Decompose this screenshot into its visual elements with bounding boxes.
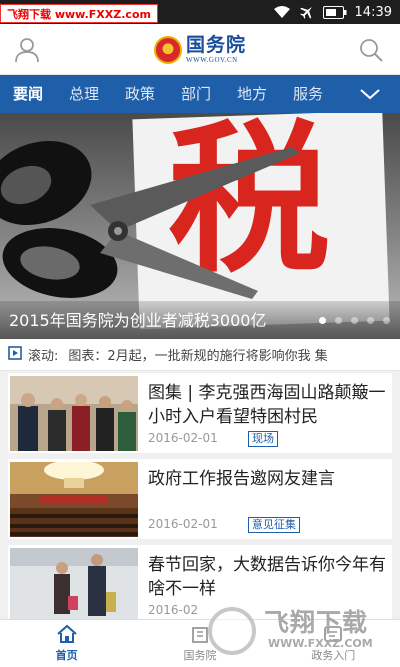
news-thumbnail	[10, 376, 138, 451]
news-date: 2016-02-01	[148, 517, 218, 531]
user-button[interactable]	[12, 35, 42, 65]
tab-zhengce[interactable]: 政策	[112, 75, 168, 113]
search-icon	[360, 39, 383, 62]
pager-dot[interactable]	[367, 317, 374, 324]
category-nav: 要闻 总理 政策 部门 地方 服务	[0, 75, 400, 113]
news-tag: 意见征集	[248, 517, 300, 533]
home-icon	[56, 624, 77, 643]
status-icons: 14:39	[273, 0, 392, 24]
news-thumbnail	[10, 462, 138, 537]
news-title: 春节回家，大数据告诉你今年有啥不一样	[148, 555, 386, 599]
wifi-icon	[273, 5, 291, 19]
logo-url: WWW.GOV.CN	[186, 56, 238, 64]
watermark-name: 飞翔下载	[264, 608, 369, 637]
ticker-label: 滚动:	[28, 349, 59, 364]
status-bar: 飞翔下载 www.FXXZ.com 14:39	[0, 0, 400, 24]
airplane-icon	[299, 4, 315, 20]
ticker-text: 图表：2月起，一批新规的施行将影响你我 集	[68, 349, 328, 364]
headline-banner[interactable]: 税 2015年国务院为创业者减税3000亿	[0, 113, 400, 339]
news-item[interactable]: 政府工作报告邀网友建言 2016-02-01 意见征集	[8, 459, 392, 539]
ticker-icon	[8, 345, 22, 364]
search-button[interactable]	[356, 35, 386, 65]
banner-pager	[319, 317, 390, 324]
news-list: 图集 | 李克强西海固山路颠簸一小时入户看望特困村民 2016-02-01 现场…	[0, 371, 400, 619]
tab-bumen[interactable]: 部门	[168, 75, 224, 113]
tab-zongli[interactable]: 总理	[56, 75, 112, 113]
watermark-label: 飞翔下载 www.FXXZ.com	[0, 4, 158, 23]
pager-dot[interactable]	[383, 317, 390, 324]
news-title: 图集 | 李克强西海固山路颠簸一小时入户看望特困村民	[148, 383, 386, 427]
tab-difang[interactable]: 地方	[224, 75, 280, 113]
app-header: 国务院 WWW.GOV.CN	[0, 24, 400, 75]
battery-icon	[322, 5, 347, 19]
clock-time: 14:39	[354, 4, 392, 20]
logo-name: 国务院	[186, 34, 247, 56]
news-item[interactable]: 图集 | 李克强西海固山路颠簸一小时入户看望特困村民 2016-02-01 现场	[8, 373, 392, 453]
news-thumbnail	[10, 548, 138, 619]
bottom-tab-home[interactable]: 首页	[0, 620, 133, 667]
tab-fuwu[interactable]: 服务	[280, 75, 336, 113]
watermark-logo: 飞翔下载 WWW.FXXZ.COM	[208, 603, 392, 659]
banner-caption: 2015年国务院为创业者减税3000亿	[9, 311, 267, 330]
bottom-tab-label: 首页	[55, 649, 78, 662]
pager-dot[interactable]	[319, 317, 326, 324]
news-date: 2016-02	[148, 603, 199, 617]
news-tag: 现场	[248, 431, 278, 447]
national-emblem-icon	[154, 36, 182, 64]
news-title: 政府工作报告邀网友建言	[148, 469, 335, 489]
nav-more-button[interactable]	[340, 75, 400, 113]
pager-dot[interactable]	[351, 317, 358, 324]
tab-yaowen[interactable]: 要闻	[0, 75, 56, 113]
user-icon	[15, 38, 39, 63]
pager-dot[interactable]	[335, 317, 342, 324]
news-date: 2016-02-01	[148, 431, 218, 445]
watermark-url: WWW.FXXZ.COM	[268, 637, 373, 650]
app-logo: 国务院 WWW.GOV.CN	[154, 33, 246, 67]
chevron-down-icon	[360, 89, 380, 100]
watermark-circle-icon	[208, 607, 256, 655]
news-ticker[interactable]: 滚动: 图表：2月起，一批新规的施行将影响你我 集	[0, 339, 400, 371]
